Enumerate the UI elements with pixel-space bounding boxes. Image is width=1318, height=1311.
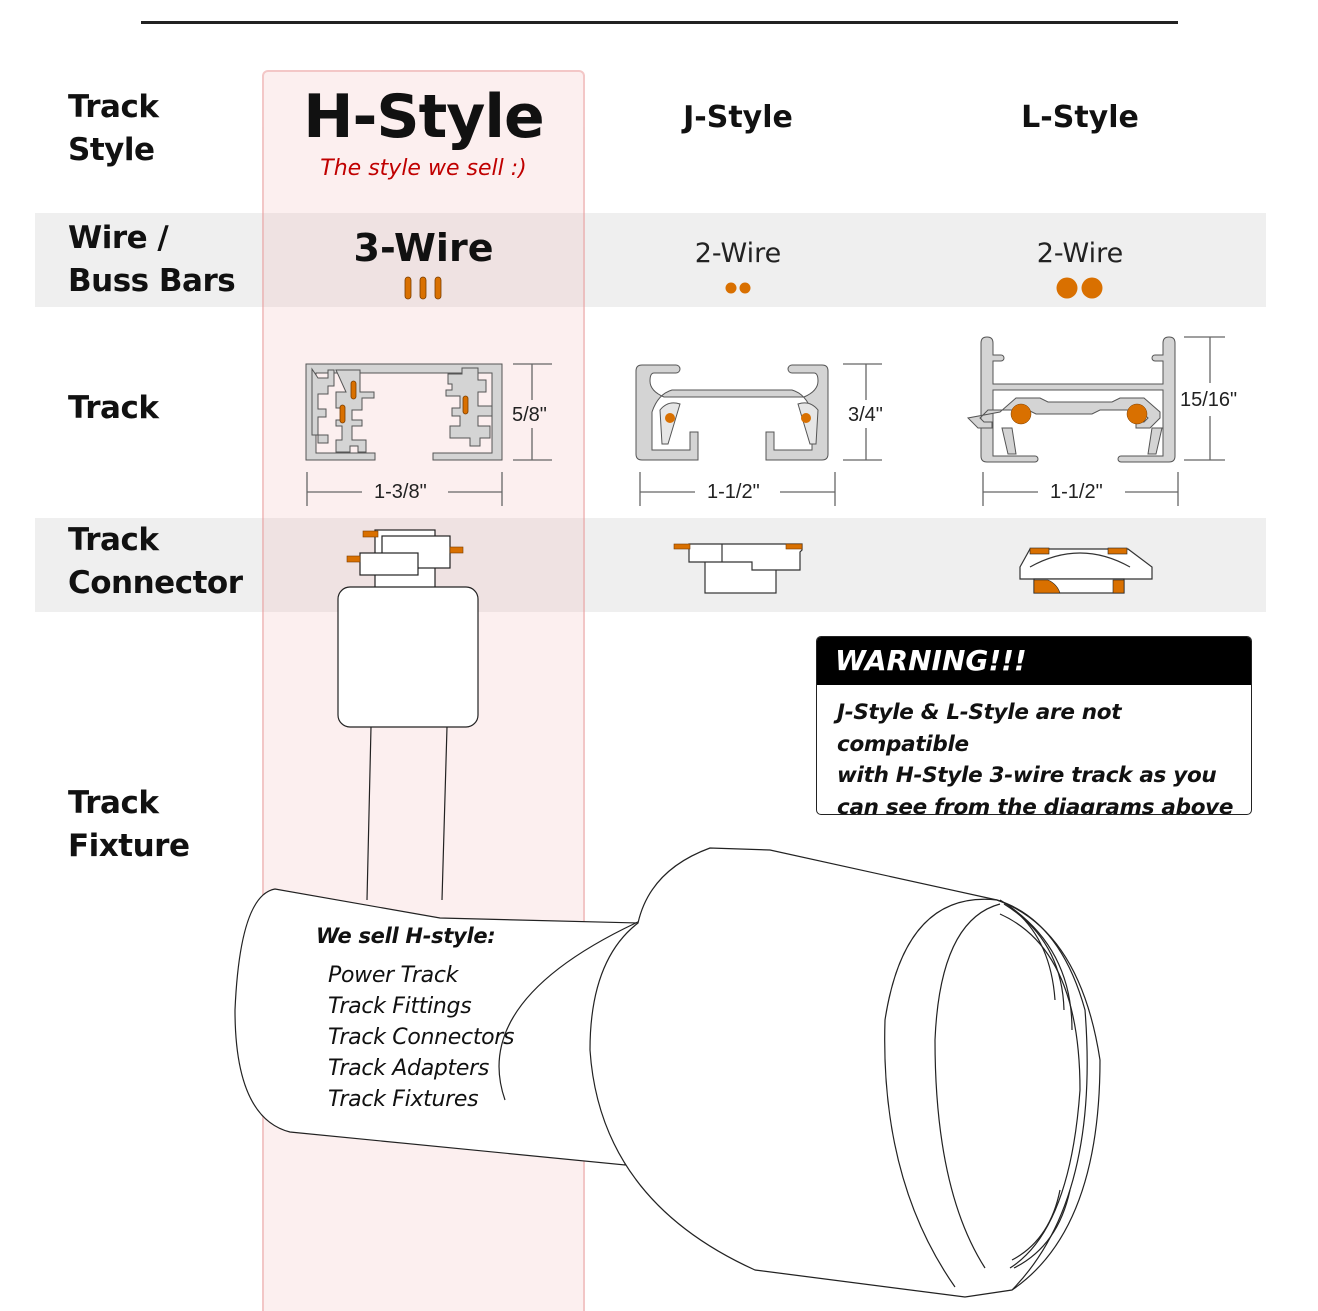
- warning-box: WARNING!!! J-Style & L-Style are not com…: [816, 636, 1252, 815]
- we-sell-title: We sell H-style:: [316, 924, 496, 948]
- we-sell-item: Track Adapters: [328, 1056, 490, 1081]
- warning-line: J-Style & L-Style are not compatible: [837, 700, 1122, 757]
- warning-title: WARNING!!!: [817, 637, 1251, 685]
- j-connector-icon: [688, 543, 803, 594]
- warning-line: with H-Style 3-wire track as you: [837, 763, 1217, 788]
- we-sell-item: Track Fixtures: [328, 1087, 479, 1112]
- warning-line: can see from the diagrams above :(: [837, 794, 1234, 815]
- we-sell-item: Track Connectors: [328, 1025, 515, 1050]
- fixture-mount-icon: [337, 586, 479, 901]
- warning-message: J-Style & L-Style are not compatible wit…: [817, 685, 1251, 815]
- h-connector-icon: [359, 529, 451, 591]
- we-sell-item: Track Fittings: [328, 994, 472, 1019]
- we-sell-item: Power Track: [328, 963, 459, 988]
